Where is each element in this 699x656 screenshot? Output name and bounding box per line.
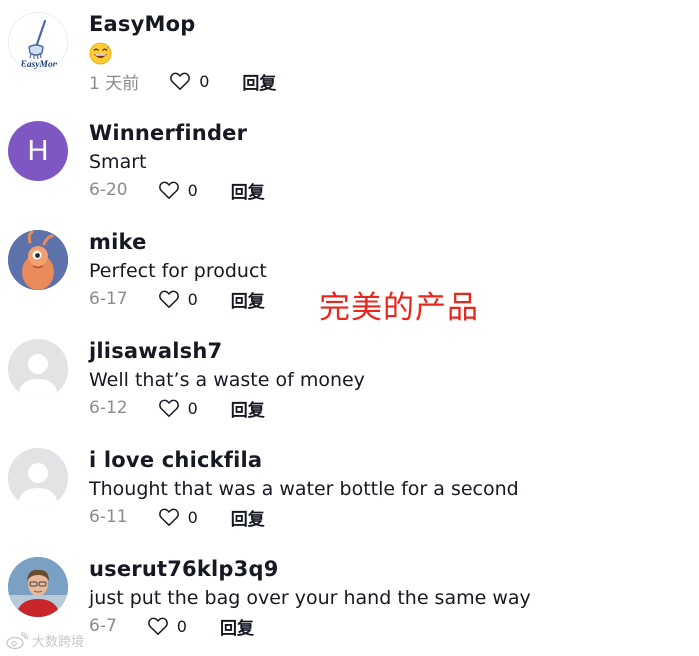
- like-count: 0: [187, 398, 198, 418]
- cartoon-shrimp-icon: [8, 230, 68, 290]
- like-count: 0: [199, 71, 210, 91]
- comment-date: 6-12: [89, 398, 128, 418]
- reply-button[interactable]: 回复: [231, 178, 265, 203]
- watermark-text: 大数跨境: [32, 635, 85, 650]
- comment-date: 6-11: [89, 507, 128, 527]
- like-button[interactable]: 0: [169, 71, 209, 91]
- comment-item: H Winnerfinder Smart 6-20 0 回复: [0, 109, 699, 218]
- comment-date: 6-7: [89, 616, 117, 636]
- avatar[interactable]: EasyMop: [8, 12, 68, 72]
- user-photo-icon: [8, 557, 68, 617]
- comment-meta: 1 天前 0 回复: [89, 68, 276, 94]
- avatar[interactable]: [8, 557, 68, 617]
- heart-icon: [158, 399, 179, 417]
- comment-meta: 6-11 0 回复: [89, 504, 265, 530]
- reply-button[interactable]: 回复: [220, 614, 254, 639]
- watermark: 大数跨境: [6, 631, 84, 650]
- comment-date: 1 天前: [89, 73, 140, 94]
- comment-date: 6-17: [89, 289, 128, 309]
- grinning-sweat-emoji-icon: [89, 42, 112, 65]
- comment-date: 6-20: [89, 180, 128, 200]
- comment-item: i love chickfila Thought that was a wate…: [0, 436, 699, 545]
- username[interactable]: jlisawalsh7: [89, 339, 222, 363]
- username[interactable]: mike: [89, 230, 147, 254]
- translation-annotation: 完美的产品: [319, 290, 479, 326]
- like-button[interactable]: 0: [147, 616, 187, 636]
- default-user-icon: [8, 339, 68, 399]
- comment-list: EasyMop EasyMop 1 天前 0 回复 H Winnerfinder…: [0, 0, 699, 656]
- like-count: 0: [187, 289, 198, 309]
- avatar-letter: H: [27, 134, 49, 167]
- avatar[interactable]: [8, 230, 68, 290]
- comment-meta: 6-7 0 回复: [89, 613, 254, 639]
- like-button[interactable]: 0: [158, 180, 198, 200]
- reply-button[interactable]: 回复: [231, 287, 265, 312]
- reply-button[interactable]: 回复: [242, 69, 276, 94]
- like-button[interactable]: 0: [158, 507, 198, 527]
- comment-text: [89, 42, 112, 70]
- comment-meta: 6-20 0 回复: [89, 177, 265, 203]
- comment-text: Well that’s a waste of money: [89, 369, 365, 391]
- heart-icon: [158, 181, 179, 199]
- username[interactable]: EasyMop: [89, 12, 195, 36]
- comment-meta: 6-12 0 回复: [89, 395, 265, 421]
- default-user-icon: [8, 448, 68, 508]
- heart-icon: [170, 72, 191, 90]
- like-button[interactable]: 0: [158, 398, 198, 418]
- username[interactable]: Winnerfinder: [89, 121, 247, 145]
- avatar[interactable]: H: [8, 121, 68, 181]
- comment-text: Perfect for product: [89, 260, 267, 282]
- username[interactable]: i love chickfila: [89, 448, 262, 472]
- like-count: 0: [187, 507, 198, 527]
- comment-item: jlisawalsh7 Well that’s a waste of money…: [0, 327, 699, 436]
- comment-meta: 6-17 0 回复: [89, 286, 265, 312]
- svg-text:EasyMop: EasyMop: [20, 60, 58, 70]
- comment-text: just put the bag over your hand the same…: [89, 587, 531, 609]
- heart-icon: [158, 290, 179, 308]
- username[interactable]: userut76klp3q9: [89, 557, 279, 581]
- comment-text: Smart: [89, 151, 147, 173]
- reply-button[interactable]: 回复: [231, 396, 265, 421]
- comment-item: userut76klp3q9 just put the bag over you…: [0, 545, 699, 654]
- like-count: 0: [187, 180, 198, 200]
- heart-icon: [158, 508, 179, 526]
- easymop-logo-icon: EasyMop: [9, 13, 67, 71]
- comment-item: EasyMop EasyMop 1 天前 0 回复: [0, 0, 699, 109]
- avatar[interactable]: [8, 339, 68, 399]
- reply-button[interactable]: 回复: [231, 505, 265, 530]
- like-count: 0: [176, 616, 187, 636]
- heart-icon: [147, 617, 168, 635]
- weibo-icon: [6, 631, 28, 649]
- like-button[interactable]: 0: [158, 289, 198, 309]
- avatar[interactable]: [8, 448, 68, 508]
- comment-text: Thought that was a water bottle for a se…: [89, 478, 519, 500]
